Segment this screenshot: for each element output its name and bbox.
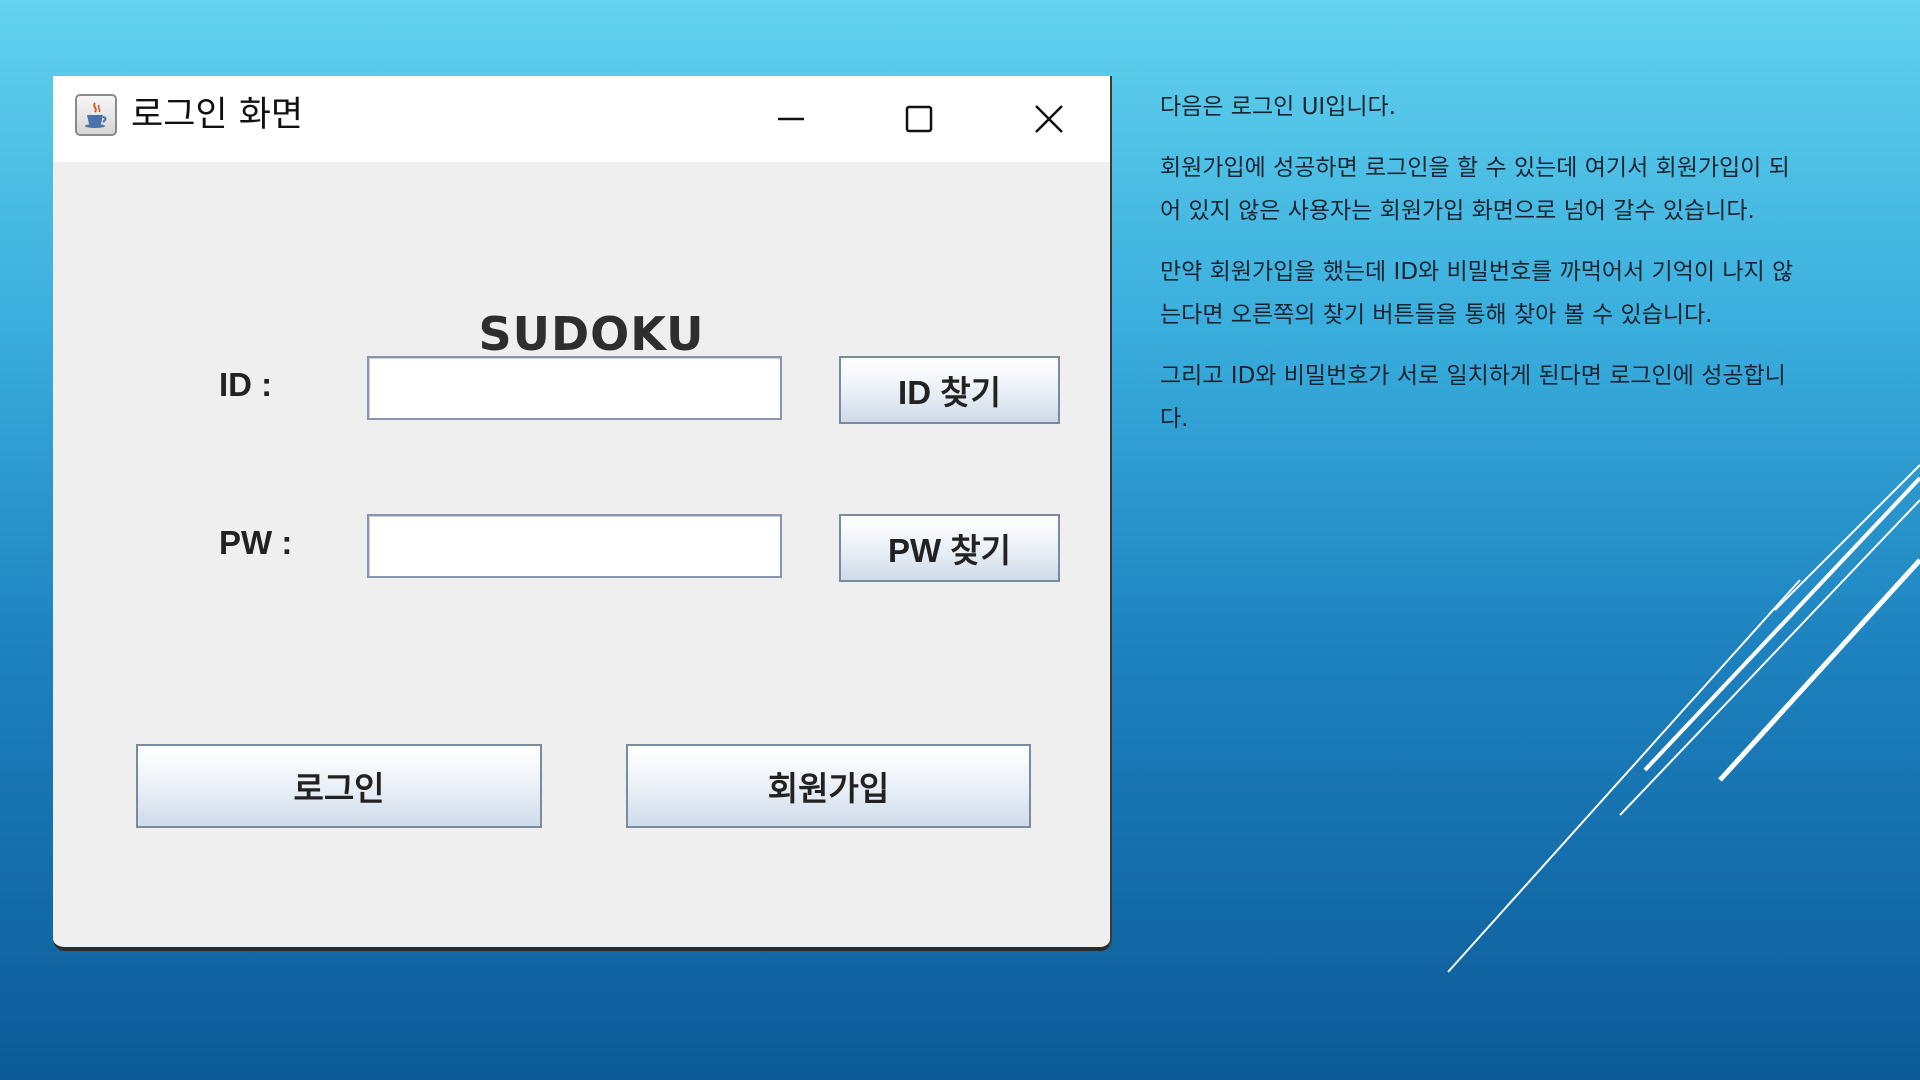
deco-line [1643,476,1920,772]
slide-background: 로그인 화면 SUDOKU ID : ID 찾기 PW : PW 찾기 로그인 … [0,0,1920,1080]
maximize-button[interactable] [869,76,969,162]
description-text: 다음은 로그인 UI입니다. 회원가입에 성공하면 로그인을 할 수 있는데 여… [1160,86,1800,459]
id-label: ID : [219,366,273,403]
java-coffee-cup-icon [75,94,117,136]
close-button[interactable] [999,76,1099,162]
find-id-button[interactable]: ID 찾기 [839,356,1060,424]
id-input[interactable] [367,356,782,420]
deco-line [1774,464,1920,611]
window-titlebar[interactable]: 로그인 화면 [53,76,1110,162]
close-icon [1035,105,1063,133]
app-heading: SUDOKU [478,307,705,361]
window-title: 로그인 화면 [131,95,304,135]
find-pw-button[interactable]: PW 찾기 [839,514,1060,582]
deco-line [1718,558,1920,782]
login-window: 로그인 화면 SUDOKU ID : ID 찾기 PW : PW 찾기 로그인 … [53,76,1112,951]
pw-label: PW : [219,524,293,561]
pw-input[interactable] [367,514,782,578]
signup-button[interactable]: 회원가입 [626,744,1031,828]
minimize-icon [778,117,804,121]
minimize-button[interactable] [741,76,841,162]
description-paragraph: 만약 회원가입을 했는데 ID와 비밀번호를 까먹어서 기억이 나지 않는다면 … [1160,259,1794,328]
maximize-icon [905,105,933,133]
description-paragraph: 회원가입에 성공하면 로그인을 할 수 있는데 여기서 회원가입이 되어 있지 … [1160,155,1790,224]
deco-line [1619,499,1920,816]
description-paragraph: 다음은 로그인 UI입니다. [1160,94,1396,120]
login-button[interactable]: 로그인 [136,744,542,828]
description-paragraph: 그리고 ID와 비밀번호가 서로 일치하게 된다면 로그인에 성공합니다. [1160,363,1786,432]
deco-line [1447,579,1801,973]
